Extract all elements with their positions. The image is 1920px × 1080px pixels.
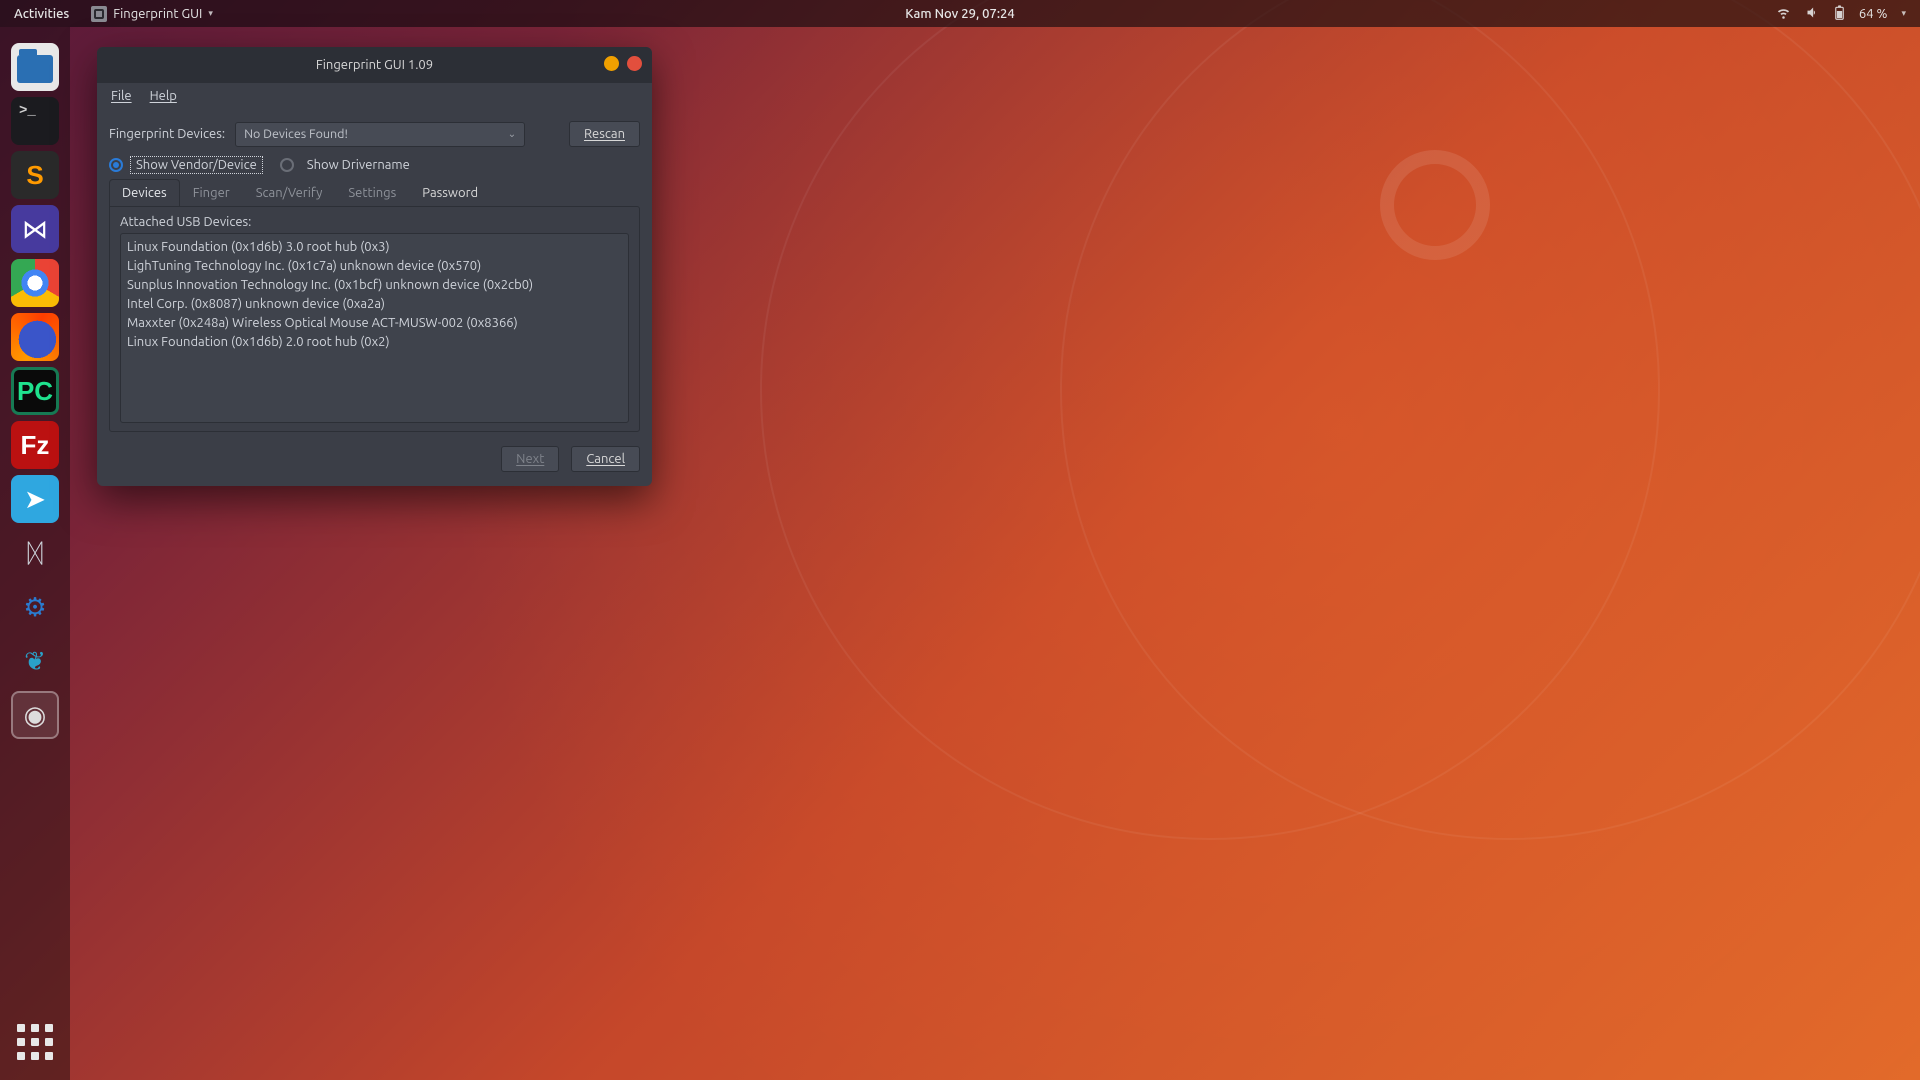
app-menu-icon [91, 6, 107, 22]
usb-device-item[interactable]: Linux Foundation (0x1d6b) 2.0 root hub (… [127, 333, 622, 352]
dock-chrome[interactable] [11, 259, 59, 307]
dock-musicbrainz[interactable]: ❦ [11, 637, 59, 685]
volume-icon [1805, 5, 1820, 23]
usb-device-item[interactable]: Sunplus Innovation Technology Inc. (0x1b… [127, 276, 622, 295]
menu-help-label: Help [150, 89, 177, 103]
rescan-button[interactable]: Rescan [569, 121, 640, 147]
tab-password[interactable]: Password [409, 179, 491, 206]
devices-panel-heading: Attached USB Devices: [120, 215, 629, 229]
menu-help[interactable]: Help [150, 89, 177, 103]
cancel-button-label: Cancel [586, 452, 625, 466]
fingerprint-gui-window: Fingerprint GUI 1.09 File Help Fingerpri… [97, 47, 652, 486]
devices-combo[interactable]: No Devices Found! ⌄ [235, 122, 525, 147]
radio-show-drivername[interactable] [280, 158, 294, 172]
gnome-top-bar: Activities Fingerprint GUI ▾ Kam Nov 29,… [0, 0, 1920, 27]
rescan-button-label: Rescan [584, 127, 625, 141]
dock-sublime[interactable]: S [11, 151, 59, 199]
next-button: Next [501, 446, 559, 472]
dock-terminal[interactable] [11, 97, 59, 145]
chevron-down-icon: ▾ [1901, 8, 1906, 19]
tab-finger[interactable]: Finger [180, 179, 243, 206]
devices-panel: Attached USB Devices: Linux Foundation (… [109, 206, 640, 432]
tabstrip: Devices Finger Scan/Verify Settings Pass… [109, 179, 640, 206]
devices-combo-value: No Devices Found! [244, 127, 348, 141]
dock-files[interactable] [11, 43, 59, 91]
chevron-down-icon: ▾ [208, 8, 213, 19]
dock-telegram[interactable]: ➤ [11, 475, 59, 523]
battery-icon [1834, 5, 1845, 23]
usb-device-item[interactable]: LighTuning Technology Inc. (0x1c7a) unkn… [127, 257, 622, 276]
tab-settings[interactable]: Settings [335, 179, 409, 206]
menu-file[interactable]: File [111, 89, 132, 103]
window-titlebar[interactable]: Fingerprint GUI 1.09 [97, 47, 652, 83]
battery-percent: 64 % [1859, 7, 1888, 21]
dock: S ⋈ PC Fz ➤ ᛞ ⚙ ❦ ◉ [0, 27, 70, 1080]
cancel-button[interactable]: Cancel [571, 446, 640, 472]
dock-filezilla[interactable]: Fz [11, 421, 59, 469]
window-close-button[interactable] [627, 56, 642, 71]
devices-label: Fingerprint Devices: [109, 127, 225, 141]
window-minimize-button[interactable] [604, 56, 619, 71]
status-area[interactable]: 64 % ▾ [1776, 5, 1920, 23]
usb-device-item[interactable]: Intel Corp. (0x8087) unknown device (0xa… [127, 295, 622, 314]
dock-gitkraken[interactable]: ᛞ [11, 529, 59, 577]
app-menu-label: Fingerprint GUI [113, 7, 202, 21]
next-button-label: Next [516, 452, 544, 466]
radio-show-drivername-label: Show Drivername [302, 157, 415, 173]
dock-vscode[interactable]: ⋈ [11, 205, 59, 253]
window-title: Fingerprint GUI 1.09 [316, 58, 433, 72]
dock-fingerprint[interactable]: ◉ [11, 691, 59, 739]
app-menu[interactable]: Fingerprint GUI ▾ [83, 6, 221, 22]
clock[interactable]: Kam Nov 29, 07:24 [905, 7, 1014, 21]
dock-settings[interactable]: ⚙ [11, 583, 59, 631]
usb-device-list[interactable]: Linux Foundation (0x1d6b) 3.0 root hub (… [120, 233, 629, 423]
tab-devices[interactable]: Devices [109, 179, 180, 206]
activities-button[interactable]: Activities [0, 7, 83, 21]
wifi-icon [1776, 5, 1791, 23]
dock-pycharm[interactable]: PC [11, 367, 59, 415]
usb-device-item[interactable]: Linux Foundation (0x1d6b) 3.0 root hub (… [127, 238, 622, 257]
show-applications-button[interactable] [11, 1018, 59, 1066]
desktop: Activities Fingerprint GUI ▾ Kam Nov 29,… [0, 0, 1920, 1080]
tab-scan-verify[interactable]: Scan/Verify [243, 179, 336, 206]
radio-show-vendor[interactable] [109, 158, 123, 172]
menubar: File Help [97, 83, 652, 109]
radio-show-vendor-label: Show Vendor/Device [131, 157, 262, 173]
chevron-down-icon: ⌄ [508, 128, 516, 140]
usb-device-item[interactable]: Maxxter (0x248a) Wireless Optical Mouse … [127, 314, 622, 333]
menu-file-label: File [111, 89, 132, 103]
dock-firefox[interactable] [11, 313, 59, 361]
